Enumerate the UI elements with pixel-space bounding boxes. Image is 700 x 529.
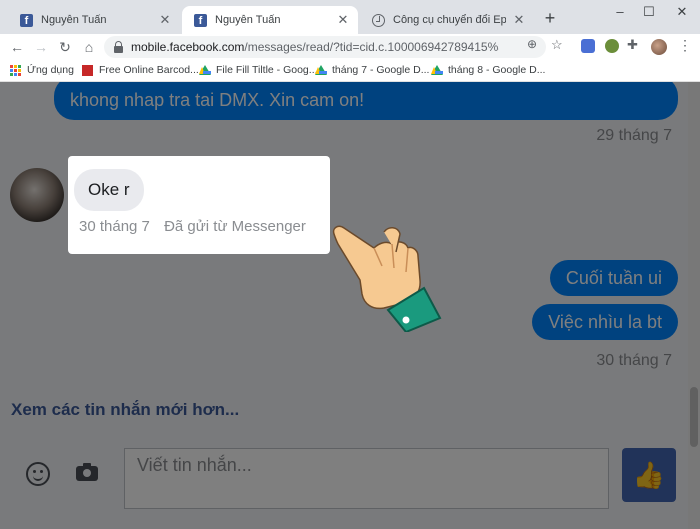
clock-check-icon — [372, 13, 385, 27]
zoom-icon[interactable]: ⊕ — [527, 37, 537, 51]
address-bar[interactable]: mobile.facebook.com /messages/read/?tid=… — [104, 36, 546, 58]
close-icon[interactable]: ✕ — [512, 12, 526, 28]
url-host: mobile.facebook.com — [131, 40, 245, 54]
highlighted-incoming-message: Oke r 30 tháng 7 Đã gửi từ Messenger — [68, 156, 330, 254]
messenger-conversation: khong nhap tra tai DMX. Xin cam on! 29 t… — [0, 82, 700, 529]
bookmarks-bar: Ứng dụng Free Online Barcod... File Fill… — [0, 60, 700, 82]
facebook-icon: f — [20, 13, 33, 27]
forward-arrow-icon[interactable]: → — [32, 38, 50, 56]
close-window-button[interactable]: ✕ — [674, 4, 690, 20]
translate-extension-icon[interactable] — [581, 39, 595, 53]
incoming-message-bubble[interactable]: Oke r — [74, 169, 144, 211]
google-drive-icon — [315, 65, 327, 75]
close-icon[interactable]: ✕ — [158, 12, 172, 28]
puzzle-icon[interactable]: ✚ — [627, 37, 638, 53]
barcode-icon — [82, 64, 93, 76]
bookmark-barcode[interactable]: Free Online Barcod... — [82, 64, 199, 76]
message-date: 30 tháng 7 — [79, 218, 150, 235]
minimize-button[interactable]: – — [612, 4, 628, 19]
profile-avatar[interactable] — [651, 39, 667, 55]
star-icon[interactable]: ☆ — [551, 37, 563, 53]
facebook-icon: f — [194, 13, 207, 27]
home-icon[interactable]: ⌂ — [80, 38, 98, 56]
tab-1[interactable]: f Nguyễn Tuấn ✕ — [8, 6, 180, 34]
bookmark-thang-8[interactable]: tháng 8 - Google D... — [431, 64, 545, 76]
extension-icon[interactable] — [605, 39, 619, 53]
pointing-hand-icon — [332, 225, 442, 332]
tab-3[interactable]: Công cụ chuyển đổi Epoch - Có ✕ — [360, 6, 534, 34]
tab-2-active[interactable]: f Nguyễn Tuấn ✕ — [182, 6, 358, 34]
bookmark-label: File Fill Tiltle - Goog... — [216, 64, 318, 76]
bookmark-file-fill[interactable]: File Fill Tiltle - Goog... — [199, 64, 318, 76]
sent-from-messenger-label: Đã gửi từ Messenger — [164, 218, 306, 235]
url-path: /messages/read/?tid=cid.c.10000694278941… — [244, 40, 499, 54]
browser-toolbar: ← → ↻ ⌂ mobile.facebook.com /messages/re… — [0, 34, 700, 60]
tab-title: Công cụ chuyển đổi Epoch - Có — [393, 14, 506, 26]
new-tab-button[interactable]: + — [541, 9, 559, 27]
google-drive-icon — [431, 65, 443, 75]
maximize-button[interactable]: ☐ — [641, 4, 657, 20]
close-icon[interactable]: ✕ — [336, 12, 350, 28]
message-meta: 30 tháng 7 Đã gửi từ Messenger — [79, 218, 306, 235]
lock-icon — [114, 40, 123, 53]
bookmark-thang-7[interactable]: tháng 7 - Google D... — [315, 64, 429, 76]
tab-strip: f Nguyễn Tuấn ✕ f Nguyễn Tuấn ✕ Công cụ … — [0, 0, 700, 34]
bookmark-label: Ứng dụng — [27, 64, 74, 76]
bookmark-apps[interactable]: Ứng dụng — [10, 64, 74, 76]
message-text: Oke r — [88, 180, 130, 199]
menu-kebab-icon[interactable]: ⋮ — [678, 37, 692, 54]
back-arrow-icon[interactable]: ← — [8, 38, 26, 56]
tab-title: Nguyễn Tuấn — [215, 14, 281, 26]
bookmark-label: tháng 7 - Google D... — [332, 64, 430, 76]
tab-title: Nguyễn Tuấn — [41, 14, 107, 26]
bookmark-label: tháng 8 - Google D... — [448, 64, 546, 76]
reload-icon[interactable]: ↻ — [56, 38, 74, 56]
google-drive-icon — [199, 65, 211, 75]
bookmark-label: Free Online Barcod... — [99, 64, 199, 76]
apps-grid-icon — [10, 64, 21, 76]
